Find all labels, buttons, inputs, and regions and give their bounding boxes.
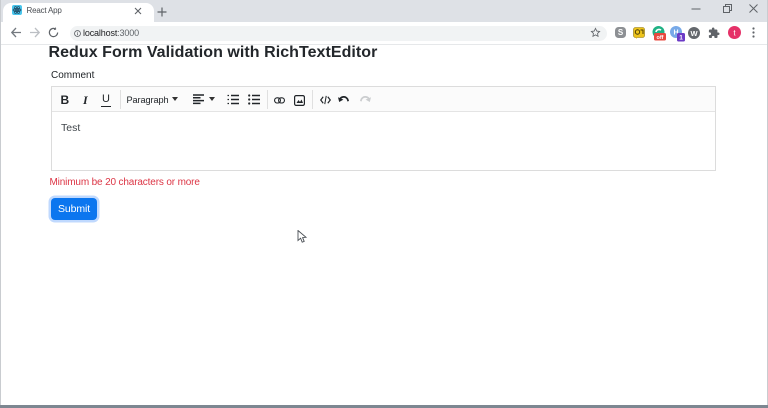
svg-text:W: W xyxy=(690,29,698,38)
svg-text:S: S xyxy=(618,28,624,37)
svg-text:off: off xyxy=(656,35,663,41)
svg-text:1: 1 xyxy=(679,35,683,42)
